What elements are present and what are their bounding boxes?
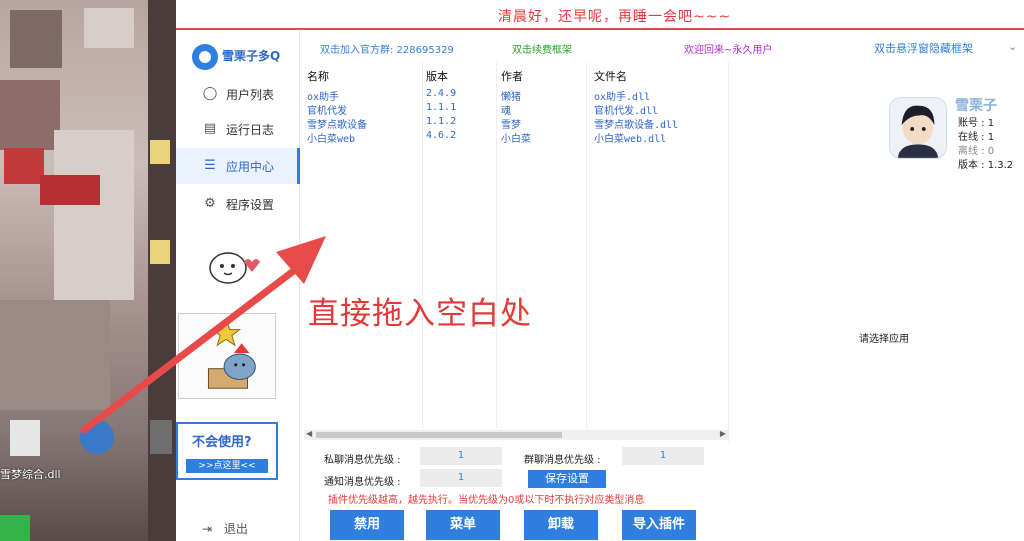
app-window: 清晨好，还早呢，再睡一会吧~~~ 雪栗子多Q ◯ 用户列表 ▤ 运行日志 ☰ 应…	[176, 0, 1024, 541]
desktop-file-label[interactable]: 雪梦综合.dll	[0, 466, 61, 482]
private-priority-label: 私聊消息优先级 :	[324, 455, 401, 466]
profile-name: 雪栗子	[955, 98, 997, 114]
mascot-sticker-image	[178, 313, 276, 399]
app-detail-panel: 雪栗子 账号 : 1 在线 : 1 离线 : 0 版本 : 1.3.2 请选择应…	[728, 62, 1024, 442]
table-cell[interactable]: 官机代发	[307, 102, 347, 117]
app-icon[interactable]	[80, 420, 114, 454]
table-cell[interactable]: 1.1.1	[426, 102, 456, 113]
column-header-name[interactable]: 名称	[307, 68, 329, 84]
table-cell[interactable]: 小白菜web.dll	[594, 130, 666, 145]
table-cell[interactable]: 懒猪	[501, 88, 521, 103]
sidebar-item-user-list[interactable]: ◯ 用户列表	[176, 76, 300, 112]
private-priority-input[interactable]: 1	[420, 447, 502, 465]
join-group-link[interactable]: 双击加入官方群: 228695329	[320, 41, 454, 56]
logout-icon: ⇥	[202, 522, 213, 536]
table-cell[interactable]: 2.4.9	[426, 88, 456, 99]
greeting-message: 清晨好，还早呢，再睡一会吧~~~	[498, 9, 732, 25]
logout-label: 退出	[223, 522, 248, 536]
column-header-version[interactable]: 版本	[426, 68, 448, 84]
file-icon[interactable]	[10, 420, 40, 456]
desktop-blur-block	[10, 10, 62, 68]
table-cell[interactable]: 魂	[501, 102, 511, 117]
desktop-blur-block	[84, 8, 134, 48]
column-header-author[interactable]: 作者	[501, 68, 523, 84]
profile-offline: 离线 : 0	[958, 146, 995, 157]
column-divider	[586, 62, 587, 428]
table-cell[interactable]: 官机代发.dll	[594, 102, 658, 117]
desktop-blur-block	[150, 420, 172, 454]
desktop-blur-block	[0, 300, 110, 410]
column-header-filename[interactable]: 文件名	[594, 68, 627, 84]
select-app-message: 请选择应用	[859, 334, 909, 345]
desktop-blur-block	[150, 140, 170, 164]
table-cell[interactable]: 雪梦点歌设备	[307, 116, 367, 131]
profile-account: 账号 : 1	[958, 118, 995, 129]
gear-icon: ⚙	[204, 196, 216, 211]
profile-version: 版本 : 1.3.2	[958, 160, 1014, 171]
notify-priority-input[interactable]: 1	[420, 469, 502, 487]
desktop-background: 雪梦综合.dll	[0, 0, 176, 541]
sidebar: 雪栗子多Q ◯ 用户列表 ▤ 运行日志 ☰ 应用中心 ⚙ 程序设置 不会使用? …	[176, 30, 300, 541]
column-divider	[422, 62, 423, 428]
group-priority-input[interactable]: 1	[622, 447, 704, 465]
table-cell[interactable]: 雪梦点歌设备.dll	[594, 116, 678, 131]
logout-button[interactable]: ⇥ 退出	[202, 520, 248, 537]
hide-frame-link[interactable]: 双击悬浮窗隐藏框架	[874, 40, 973, 56]
table-cell[interactable]: 雪梦	[501, 116, 521, 131]
sidebar-item-label: 应用中心	[226, 160, 275, 174]
desktop-blur-block	[0, 515, 30, 541]
sidebar-item-settings[interactable]: ⚙ 程序设置	[176, 186, 300, 222]
scroll-left-icon[interactable]: ◀	[306, 429, 312, 438]
horizontal-scrollbar[interactable]: ◀ ▶	[304, 429, 728, 440]
group-priority-label: 群聊消息优先级 :	[524, 455, 601, 466]
help-link-button[interactable]: >>点这里<<	[186, 459, 268, 473]
desktop-blur-block	[150, 240, 170, 264]
profile-online: 在线 : 1	[958, 132, 995, 143]
desktop-blur-block	[4, 148, 44, 184]
user-icon: ◯	[202, 86, 218, 101]
help-card[interactable]: 不会使用? >>点这里<<	[176, 422, 278, 480]
avatar[interactable]	[889, 97, 947, 159]
table-cell[interactable]: ox助手	[307, 88, 339, 103]
renew-link[interactable]: 双击续费框架	[512, 41, 572, 56]
sidebar-item-label: 用户列表	[226, 88, 275, 102]
cartoon-sticker-image	[209, 252, 260, 284]
desktop-blur-block	[54, 130, 134, 300]
desktop-blur-block	[0, 80, 60, 150]
notify-priority-label: 通知消息优先级 :	[324, 477, 401, 488]
table-cell[interactable]: ox助手.dll	[594, 88, 650, 103]
chevron-down-icon[interactable]: ⌄	[1008, 40, 1017, 53]
sidebar-item-run-log[interactable]: ▤ 运行日志	[176, 111, 300, 147]
uninstall-button[interactable]: 卸载	[524, 510, 598, 540]
table-cell[interactable]: 4.6.2	[426, 130, 456, 141]
table-cell[interactable]: 小白菜web	[307, 130, 355, 145]
brand-name: 雪栗子多Q	[222, 49, 281, 63]
top-banner: 清晨好，还早呢，再睡一会吧~~~	[176, 0, 1024, 30]
logo-icon	[192, 44, 218, 70]
sidebar-item-label: 运行日志	[226, 123, 275, 137]
table-cell[interactable]: 小白菜	[501, 130, 531, 145]
help-title: 不会使用?	[192, 435, 252, 450]
scroll-right-icon[interactable]: ▶	[720, 429, 726, 438]
sidebar-item-app-center[interactable]: ☰ 应用中心	[176, 148, 300, 184]
menu-button[interactable]: 菜单	[426, 510, 500, 540]
sidebar-item-label: 程序设置	[226, 198, 275, 212]
plugin-table: 名称 版本 作者 文件名 ox助手 2.4.9 懒猪 ox助手.dll 官机代发…	[304, 62, 728, 428]
scrollbar-thumb[interactable]	[316, 432, 562, 438]
column-divider	[496, 62, 497, 428]
list-icon: ☰	[204, 158, 216, 173]
disable-button[interactable]: 禁用	[330, 510, 404, 540]
welcome-text: 欢迎回来~永久用户	[684, 45, 773, 56]
desktop-blur-block	[148, 0, 176, 541]
table-cell[interactable]: 1.1.2	[426, 116, 456, 127]
priority-hint: 插件优先级越高，越先执行。当优先级为0或以下时不执行对应类型消息	[328, 495, 645, 506]
desktop-blur-block	[40, 175, 100, 205]
save-settings-button[interactable]: 保存设置	[528, 470, 606, 488]
annotation-text: 直接拖入空白处	[308, 296, 532, 332]
document-icon: ▤	[203, 121, 217, 136]
import-plugin-button[interactable]: 导入插件	[622, 510, 696, 540]
